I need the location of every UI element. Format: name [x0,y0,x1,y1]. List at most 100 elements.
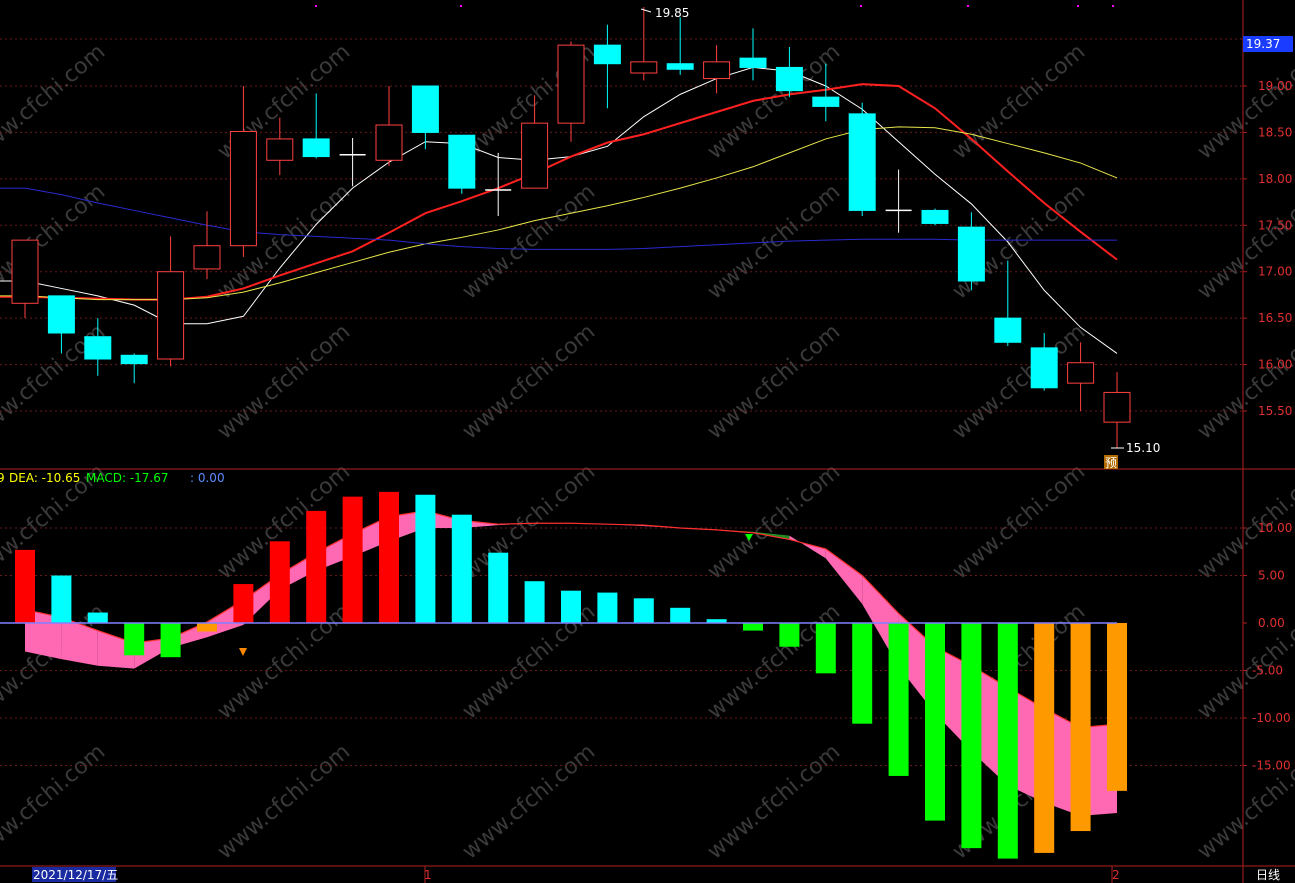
macd-bar[interactable] [1070,623,1091,832]
top-marker-dot [967,5,969,7]
macd-bar[interactable] [997,623,1018,859]
top-marker-dot [1112,5,1114,7]
watermark-text: www.cfchi.com [703,459,845,584]
candlestick[interactable] [848,102,876,216]
watermark-text: www.cfchi.com [703,739,845,864]
watermark-text: www.cfchi.com [213,319,355,444]
macd-bar[interactable] [670,607,691,623]
candlestick[interactable] [1103,372,1131,449]
candle-body [921,209,949,224]
candlestick[interactable] [302,93,330,159]
candle-body [739,57,767,68]
macd-bar[interactable] [524,581,545,623]
macd-bar[interactable] [815,623,836,674]
macd-bar[interactable] [888,623,909,776]
candlestick[interactable] [630,7,658,81]
candlestick[interactable] [885,169,912,233]
candlestick[interactable] [193,211,221,280]
candlestick[interactable] [593,24,621,109]
macd-axis-label: -10.00 [1252,711,1291,725]
macd-axis-label: -5.00 [1252,664,1283,678]
macd-bar[interactable] [87,612,108,623]
candle-body [375,124,403,161]
price-axis-label: 18.00 [1258,172,1292,186]
candle-body [1067,362,1095,384]
price-axis-label: 18.50 [1258,125,1292,139]
price-axis-label: 15.50 [1258,404,1292,418]
macd-bar[interactable] [1034,623,1055,853]
macd-axis-label: 0.00 [1258,616,1285,630]
macd-bar[interactable] [451,514,472,623]
macd-bar[interactable] [15,549,35,623]
macd-bar[interactable] [1107,623,1127,791]
watermark-text: www.cfchi.com [703,319,845,444]
macd-bar[interactable] [561,590,581,623]
macd-bar[interactable] [51,575,72,624]
candle-body [157,271,185,360]
candle-body [593,44,621,65]
macd-bar[interactable] [779,623,800,647]
candlestick[interactable] [557,41,585,142]
macd-bar[interactable] [633,598,654,623]
low-price-marker: 15.10 [1126,441,1160,455]
candle-body [11,239,39,304]
macd-bar[interactable] [743,623,763,631]
candlestick[interactable] [739,28,767,81]
watermark-text: www.cfchi.com [458,319,600,444]
macd-bar[interactable] [379,491,399,623]
macd-bar[interactable] [852,623,873,724]
macd-legend-zero: : 0.00 [190,471,225,485]
candlestick[interactable] [11,239,39,319]
candlestick[interactable] [120,353,148,384]
candlestick[interactable] [957,212,985,291]
candle-body [812,96,840,107]
macd-bar[interactable] [925,623,945,821]
candle-body [84,336,112,360]
macd-bar[interactable] [160,623,181,658]
candle-body [411,85,439,133]
candlestick[interactable] [411,85,439,150]
macd-bar[interactable] [306,510,327,623]
candle-body [957,226,985,282]
macd-legend-dea: DEA: -10.65 [9,471,80,485]
stock-chart[interactable]: www.cfchi.com www.cfchi.com www.cfchi.com w… [0,0,1295,883]
candlestick[interactable] [157,236,185,367]
candle-body [848,113,876,211]
macd-bar[interactable] [269,541,290,623]
price-axis-label: 17.00 [1258,265,1292,279]
macd-legend-param: 9 [0,471,5,485]
macd-axis-label: 5.00 [1258,569,1285,583]
candle-body [448,134,476,189]
candlestick[interactable] [448,134,476,194]
price-axis-label: 17.50 [1258,218,1292,232]
macd-bar[interactable] [961,623,982,849]
candlestick[interactable] [375,86,403,166]
macd-bar[interactable] [233,584,254,623]
candlestick[interactable] [775,47,803,98]
macd-bar[interactable] [197,623,217,632]
macd-axis-label: 10.00 [1258,521,1292,535]
macd-bar[interactable] [342,496,363,623]
grid-lines [0,38,1243,766]
top-marker-dot [315,5,317,7]
candlesticks[interactable] [11,7,1131,449]
date-label: 2021/12/17/五 [33,868,118,882]
top-marker-dot [460,5,462,7]
buy-signal-hand [239,648,247,656]
period-label[interactable]: 日线 [1256,868,1280,882]
candle-body [703,61,731,80]
high-price-marker: 19.85 [655,6,689,20]
watermark-text: www.cfchi.com [948,459,1090,584]
macd-bar[interactable] [415,494,436,623]
macd-bar[interactable] [597,592,618,623]
candle-body [1103,391,1131,423]
candlestick[interactable] [921,208,949,226]
high-marker-arrow [640,8,652,13]
macd-bar[interactable] [488,552,509,623]
candlestick[interactable] [666,17,694,75]
macd-bar[interactable] [124,623,145,656]
watermark-text: www.cfchi.com [0,39,110,164]
candle-body [557,44,585,124]
forecast-badge: 预 [1105,456,1117,470]
price-axis-label: 16.50 [1258,311,1292,325]
